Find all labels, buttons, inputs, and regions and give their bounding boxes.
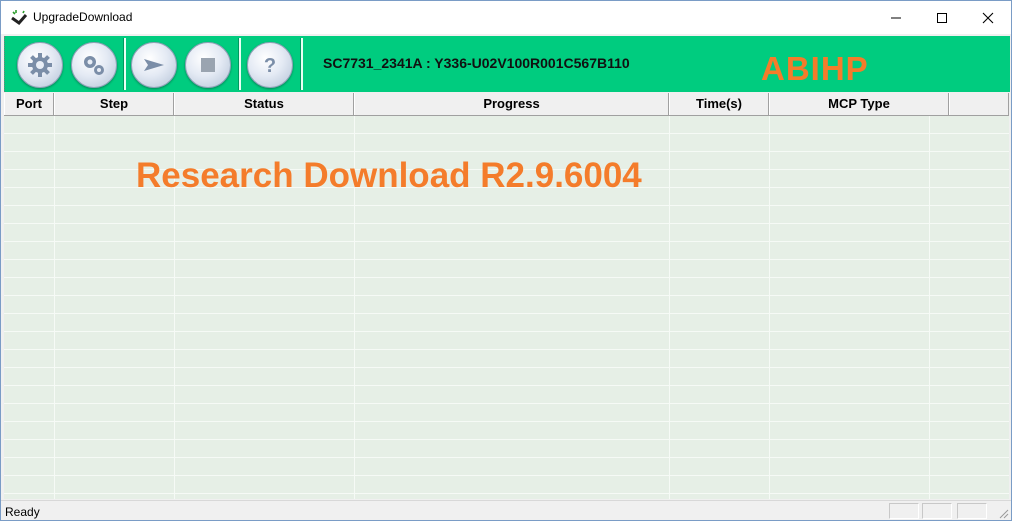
column-step[interactable]: Step: [54, 93, 174, 115]
grid-line: [4, 457, 1009, 458]
toolbar-separator: [123, 38, 126, 90]
toolbar-separator: [238, 38, 241, 90]
port-list-view[interactable]: Port Step Status Progress Time(s) MCP Ty…: [4, 93, 1009, 499]
help-icon: ?: [264, 55, 276, 77]
stop-icon: [201, 58, 215, 72]
grid-line: [4, 223, 1009, 224]
minimize-icon: [891, 17, 901, 18]
minimize-button[interactable]: [873, 1, 919, 34]
grid-line: [4, 259, 1009, 260]
watermark-text: Research Download R2.9.6004: [136, 156, 642, 195]
column-time[interactable]: Time(s): [669, 93, 769, 115]
status-text: Ready: [5, 505, 40, 519]
grid-line: [4, 151, 1009, 152]
window-title: UpgradeDownload: [33, 10, 133, 24]
grid-line: [4, 313, 1009, 314]
brand-text: ABIHP: [761, 50, 869, 87]
column-extra[interactable]: [949, 93, 1009, 115]
maximize-icon: [937, 12, 947, 23]
status-panel: [922, 503, 952, 519]
grid-line: [4, 421, 1009, 422]
toolbar: ? SC7731_2341A : Y336-U02V100R001C567B11…: [4, 36, 1010, 92]
grid-line: [4, 133, 1009, 134]
grid-body: Research Download R2.9.6004: [4, 116, 1009, 499]
app-icon: [11, 10, 28, 26]
column-port[interactable]: Port: [4, 93, 54, 115]
grid-line: [4, 349, 1009, 350]
grid-line: [4, 331, 1009, 332]
close-icon: [982, 12, 994, 23]
grid-line: [4, 277, 1009, 278]
svg-text:?: ?: [264, 55, 276, 77]
gears-icon: [84, 56, 104, 75]
close-button[interactable]: [965, 1, 1011, 34]
resize-grip-icon[interactable]: [997, 507, 1009, 519]
grid-line: [54, 116, 55, 499]
column-mcp-type[interactable]: MCP Type: [769, 93, 949, 115]
grid-line: [769, 116, 770, 499]
maximize-button[interactable]: [919, 1, 965, 34]
gear-icon: [28, 53, 52, 77]
grid-line: [4, 241, 1009, 242]
grid-line: [4, 205, 1009, 206]
grid-line: [4, 403, 1009, 404]
grid-line: [4, 493, 1009, 494]
firmware-label: SC7731_2341A : Y336-U02V100R001C567B110: [323, 55, 630, 71]
help-button[interactable]: ?: [247, 42, 293, 88]
status-panel: [957, 503, 987, 519]
grid-line: [4, 385, 1009, 386]
play-arrow-icon: [144, 59, 164, 71]
grid-line: [929, 116, 930, 499]
title-bar: UpgradeDownload: [1, 1, 1011, 34]
stop-download-button[interactable]: [185, 42, 231, 88]
start-download-button[interactable]: [131, 42, 177, 88]
toolbar-separator: [300, 38, 303, 90]
status-bar: Ready: [1, 500, 1011, 520]
grid-line: [4, 439, 1009, 440]
column-header: Port Step Status Progress Time(s) MCP Ty…: [4, 93, 1009, 116]
grid-line: [4, 367, 1009, 368]
load-settings-button[interactable]: [17, 42, 63, 88]
grid-line: [4, 295, 1009, 296]
status-panel: [889, 503, 919, 519]
grid-line: [669, 116, 670, 499]
column-progress[interactable]: Progress: [354, 93, 669, 115]
column-status[interactable]: Status: [174, 93, 354, 115]
upgrade-download-window: UpgradeDownload ? SC7731_2341A: Y336-U0…: [0, 0, 1012, 521]
settings-button[interactable]: [71, 42, 117, 88]
grid-line: [4, 475, 1009, 476]
